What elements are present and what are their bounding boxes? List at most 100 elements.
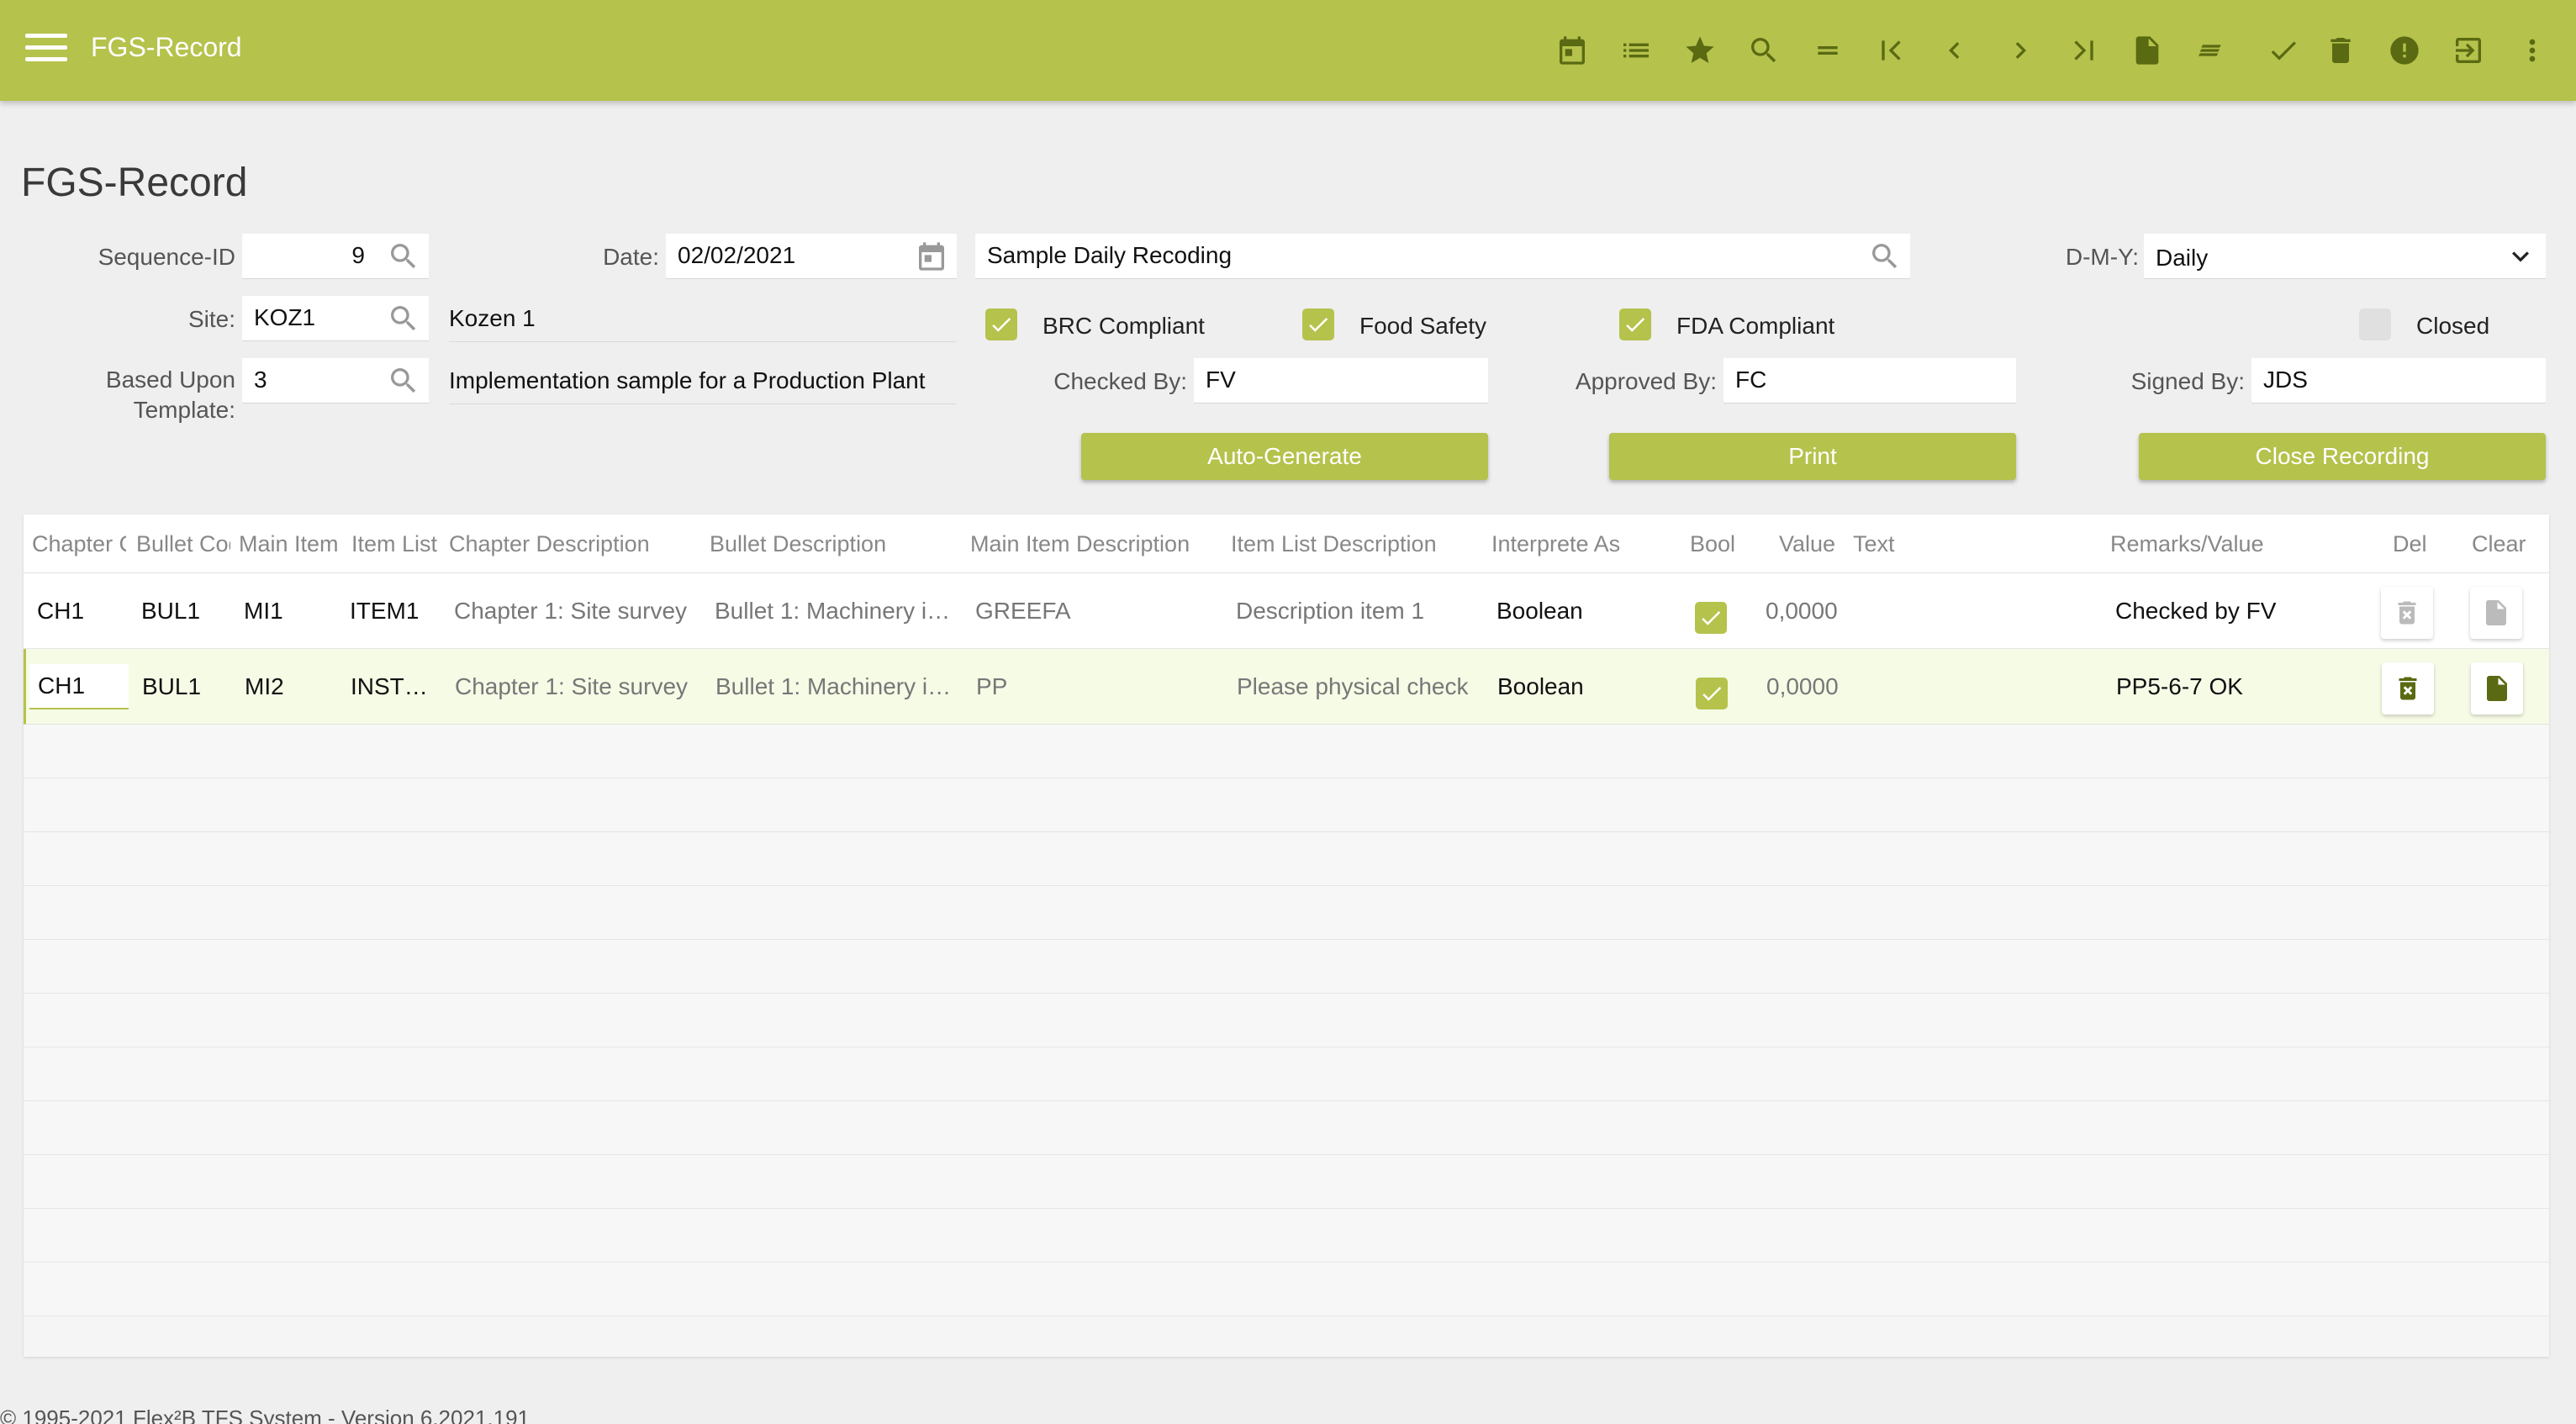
dmy-value: Daily: [2156, 245, 2209, 271]
header-main-item[interactable]: Main Item: [239, 514, 345, 573]
app-title: FGS-Record: [91, 32, 242, 62]
header-bullet-description[interactable]: Bullet Description: [710, 514, 962, 573]
more-options-icon[interactable]: [2509, 27, 2556, 74]
delete-row-button[interactable]: [2382, 662, 2434, 715]
last-record-icon[interactable]: [2060, 27, 2107, 74]
signed-by-value: JDS: [2263, 367, 2308, 393]
header-del[interactable]: Del: [2393, 514, 2443, 573]
header-remarks-value[interactable]: Remarks/Value: [2110, 514, 2312, 573]
clear-row-button[interactable]: [2470, 587, 2522, 639]
search-icon[interactable]: [1740, 27, 1787, 74]
cell-main-item[interactable]: MI2: [245, 649, 337, 725]
description-field[interactable]: Sample Daily Recoding: [975, 234, 1910, 279]
template-label-line-1: Based Upon: [105, 367, 235, 393]
table-row[interactable]: CH1 BUL1 MI1 ITEM1 Chapter 1: Site surve…: [24, 573, 2549, 649]
empty-row: [24, 994, 2549, 1047]
brc-compliant-checkbox[interactable]: [985, 309, 1017, 340]
dmy-select[interactable]: Daily: [2144, 234, 2546, 279]
search-icon[interactable]: [387, 364, 420, 398]
empty-row: [24, 778, 2549, 832]
cell-interprete-as: Boolean: [1497, 598, 1583, 624]
approved-by-field[interactable]: FC: [1723, 358, 2016, 403]
list-icon[interactable]: [1613, 27, 1660, 74]
cell-interprete-as: Boolean: [1497, 673, 1584, 699]
exit-icon[interactable]: [2445, 27, 2492, 74]
star-icon[interactable]: [1676, 27, 1723, 74]
empty-row: [24, 940, 2549, 994]
grid-header: Chapter Code Bullet Code Main Item Item …: [24, 514, 2549, 573]
sequence-id-field[interactable]: 9: [242, 234, 429, 279]
header-bool[interactable]: Bool: [1690, 514, 1757, 573]
header-interprete-as[interactable]: Interprete As: [1491, 514, 1676, 573]
cell-bullet[interactable]: BUL1: [142, 649, 226, 725]
cell-item-list[interactable]: INSTRUCTION: [351, 649, 438, 725]
print-button[interactable]: Print: [1609, 433, 2016, 480]
delete-icon[interactable]: [2317, 27, 2364, 74]
cell-main-item-description: PP: [976, 673, 1008, 699]
cell-value[interactable]: 0,0000: [1766, 573, 1858, 649]
header-chapter-description[interactable]: Chapter Description: [449, 514, 701, 573]
first-record-icon[interactable]: [1868, 27, 1915, 74]
header-text[interactable]: Text: [1853, 514, 1920, 573]
closed-checkbox[interactable]: [2359, 309, 2391, 340]
header-main-item-description[interactable]: Main Item Description: [970, 514, 1214, 573]
signed-by-field[interactable]: JDS: [2251, 358, 2546, 403]
food-safety-compliant-checkbox[interactable]: [1302, 309, 1334, 340]
cell-item-list[interactable]: ITEM1: [350, 573, 441, 649]
equals-icon[interactable]: [1804, 27, 1851, 74]
empty-row: [24, 1155, 2549, 1209]
checked-by-field[interactable]: FV: [1194, 358, 1488, 403]
clear-row-button[interactable]: [2471, 662, 2523, 715]
calendar-icon[interactable]: [915, 240, 948, 273]
search-icon[interactable]: [387, 302, 420, 335]
header-clear[interactable]: Clear: [2472, 514, 2539, 573]
header-bullet-code[interactable]: Bullet Code: [136, 514, 230, 573]
checked-by-value: FV: [1206, 367, 1236, 393]
date-field[interactable]: 02/02/2021: [666, 234, 957, 279]
cell-value[interactable]: 0,0000: [1766, 649, 1859, 725]
alert-icon[interactable]: [2381, 27, 2428, 74]
close-recording-button[interactable]: Close Recording: [2139, 433, 2546, 480]
header-item-list-description[interactable]: Item List Description: [1231, 514, 1483, 573]
fda-compliant-label: FDA Compliant: [1676, 313, 1835, 339]
record-grid: Chapter Code Bullet Code Main Item Item …: [24, 514, 2549, 1357]
header-value[interactable]: Value: [1779, 514, 1855, 573]
cell-remarks[interactable]: Checked by FV: [2115, 573, 2367, 649]
cell-chapter-description: Chapter 1: Site survey: [454, 598, 688, 624]
search-icon[interactable]: [1868, 240, 1902, 273]
date-value: 02/02/2021: [678, 242, 796, 268]
cell-bullet[interactable]: BUL1: [141, 573, 225, 649]
notes-icon[interactable]: [2188, 27, 2235, 74]
template-label: Based Upon Template:: [50, 365, 235, 425]
auto-generate-button[interactable]: Auto-Generate: [1081, 433, 1488, 480]
site-value: KOZ1: [254, 304, 316, 330]
delete-row-button[interactable]: [2381, 587, 2433, 639]
cell-bullet-description: Bullet 1: Machinery in good condition: [715, 598, 952, 624]
check-icon[interactable]: [2260, 27, 2307, 74]
template-field[interactable]: 3: [242, 358, 429, 403]
site-field[interactable]: KOZ1: [242, 296, 429, 341]
hamburger-menu-icon[interactable]: [25, 34, 67, 67]
closed-label: Closed: [2416, 313, 2490, 339]
site-name: Kozen 1: [449, 296, 957, 342]
new-document-icon[interactable]: [2124, 27, 2171, 74]
fda-compliant-checkbox[interactable]: [1619, 309, 1651, 340]
bool-checkbox[interactable]: [1695, 602, 1727, 634]
cell-chapter-editor[interactable]: CH1: [29, 664, 129, 709]
table-row-selected[interactable]: CH1 BUL1 MI2 INSTRUCTION Chapter 1: Site…: [24, 649, 2549, 725]
next-record-icon[interactable]: [1996, 27, 2043, 74]
cell-chapter[interactable]: CH1: [37, 573, 121, 649]
header-chapter-code[interactable]: Chapter Code: [32, 514, 126, 573]
template-label-line-2: Template:: [133, 397, 235, 423]
cell-remarks[interactable]: PP5-6-7 OK: [2116, 649, 2368, 725]
calendar-icon[interactable]: [1549, 27, 1596, 74]
search-icon[interactable]: [387, 240, 420, 273]
checked-by-label: Checked By:: [1053, 368, 1187, 394]
document-icon: [2486, 600, 2506, 625]
page-title: FGS-Record: [21, 161, 248, 205]
date-label: Date:: [603, 244, 659, 270]
previous-record-icon[interactable]: [1932, 27, 1979, 74]
header-item-list[interactable]: Item List: [351, 514, 457, 573]
bool-checkbox[interactable]: [1696, 678, 1728, 709]
cell-main-item[interactable]: MI1: [244, 573, 336, 649]
